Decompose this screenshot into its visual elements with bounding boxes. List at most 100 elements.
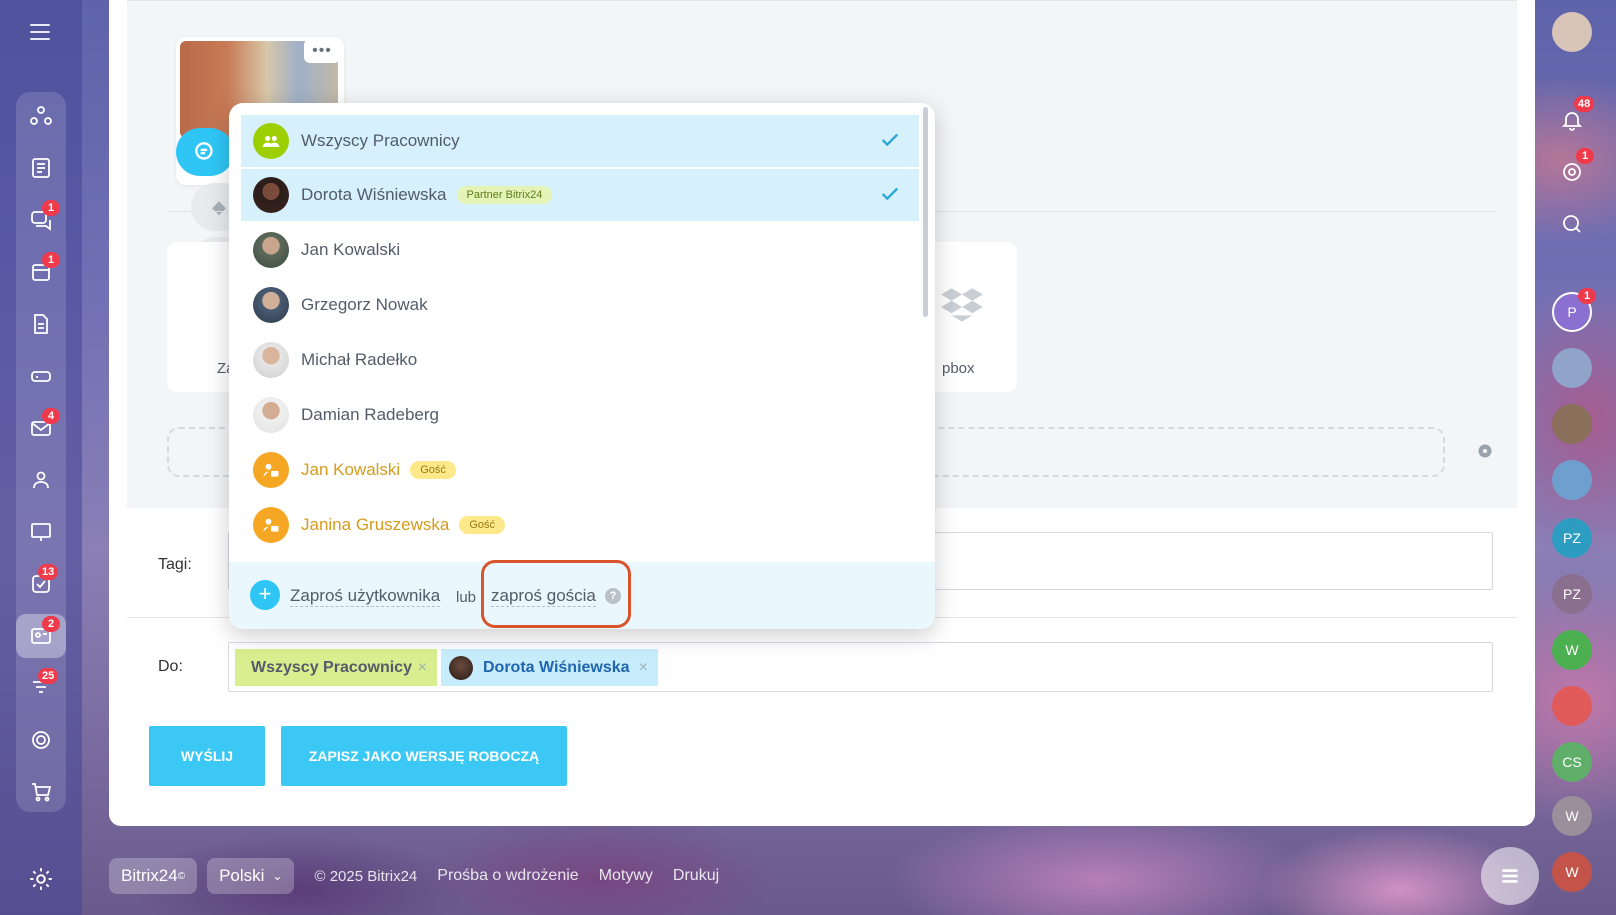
avatar-initials: P [1567, 304, 1577, 320]
selector-item-damian-radeberg[interactable]: Damian Radeberg [241, 389, 919, 441]
avatar [253, 397, 289, 433]
recipient-selector-popup: Wszyscy Pracownicy Dorota Wiśniewska Par… [229, 103, 935, 629]
nav-cart-icon[interactable] [16, 770, 66, 814]
nav-employees-icon[interactable] [16, 458, 66, 502]
nav-funnel-icon[interactable]: 25 [16, 666, 66, 710]
brand-mark: © [177, 870, 186, 882]
user-avatar[interactable] [1552, 12, 1592, 52]
selector-item-guest-janina-gruszewska[interactable]: Janina Gruszewska Gość [241, 499, 919, 551]
calendar-badge: 1 [42, 252, 60, 268]
popup-scrollbar[interactable] [923, 107, 928, 317]
avatar-initials: PZ [1563, 586, 1581, 602]
selector-item-michal-radelko[interactable]: Michał Radełko [241, 334, 919, 386]
left-sidebar: 1 1 4 13 2 25 [0, 0, 82, 915]
avatar-pz-2[interactable]: PZ [1552, 574, 1592, 614]
themes-link[interactable]: Motywy [599, 867, 653, 885]
item-name: Grzegorz Nowak [301, 295, 428, 314]
form-settings-gear-icon[interactable] [1473, 439, 1497, 463]
settings-gear-icon[interactable] [28, 866, 54, 892]
avatar [253, 177, 289, 213]
bitrix24-brand[interactable]: Bitrix24 © [109, 858, 198, 894]
recipient-token-dorota[interactable]: Dorota Wiśniewska × [441, 649, 658, 686]
selector-item-all-employees[interactable]: Wszyscy Pracownicy [241, 115, 919, 167]
save-draft-button[interactable]: ZAPISZ JAKO WERSJĘ ROBOCZĄ [281, 726, 567, 786]
avatar-pz-1[interactable]: PZ [1552, 518, 1592, 558]
recipient-name: Wszyscy Pracownicy [251, 658, 412, 676]
remove-recipient-icon[interactable]: × [418, 659, 427, 677]
nav-target-icon[interactable] [16, 718, 66, 762]
item-name: Jan Kowalski [301, 460, 401, 479]
recipient-name: Dorota Wiśniewska [483, 658, 630, 676]
nav-drive-icon[interactable] [16, 354, 66, 398]
tags-label: Tagi: [158, 556, 192, 573]
group-avatar[interactable] [1552, 348, 1592, 388]
recipient-token-all[interactable]: Wszyscy Pracownicy × [235, 649, 437, 686]
nav-chat-icon[interactable]: 1 [16, 198, 66, 242]
plus-icon[interactable]: + [250, 580, 280, 610]
group-avatar-2[interactable] [1552, 404, 1592, 444]
guest-icon [253, 452, 289, 488]
nav-tasks-icon[interactable]: 13 [16, 562, 66, 606]
nav-docs-icon[interactable] [16, 302, 66, 346]
avatar [449, 655, 473, 680]
chat-badge: 1 [42, 200, 60, 216]
chevron-down-icon: ⌄ [272, 869, 283, 883]
avatar-initials: CS [1562, 754, 1582, 770]
check-icon [879, 183, 901, 205]
dropbox-icon[interactable] [937, 282, 987, 332]
print-link[interactable]: Drukuj [673, 867, 719, 885]
activity-icon[interactable]: 1 [1552, 148, 1594, 192]
video-avatar[interactable] [1552, 686, 1592, 726]
profile-badge: 1 [1578, 288, 1596, 304]
language-selector[interactable]: Polski ⌄ [207, 858, 295, 894]
language-label: Polski [219, 866, 265, 885]
list-icon [1502, 869, 1518, 883]
nav-feed-icon[interactable] [16, 146, 66, 190]
avatar-initials: W [1565, 808, 1579, 824]
brand-text: Bitrix24 [121, 866, 178, 885]
selector-item-guest-jan-kowalski[interactable]: Jan Kowalski Gość [241, 444, 919, 496]
avatar-w-3[interactable]: W [1552, 852, 1592, 892]
avatar-w-2[interactable]: W [1552, 796, 1592, 836]
remove-recipient-icon[interactable]: × [639, 659, 648, 677]
avatar-cs[interactable]: CS [1552, 742, 1592, 782]
selector-item-jan-kowalski[interactable]: Jan Kowalski [241, 224, 919, 276]
avatar-w-1[interactable]: W [1552, 630, 1592, 670]
invite-user-link[interactable]: Zaproś użytkownika [290, 586, 441, 607]
chat-avatar[interactable] [1552, 460, 1592, 500]
menu-icon[interactable] [30, 24, 50, 40]
recipients-field[interactable]: Wszyscy Pracownicy × Dorota Wiśniewska × [228, 642, 1493, 692]
contacts-badge: 2 [42, 616, 60, 632]
avatar [253, 287, 289, 323]
selector-item-dorota[interactable]: Dorota Wiśniewska Partner Bitrix24 [241, 169, 919, 221]
activity-badge: 1 [1576, 148, 1594, 164]
nav-calendar-icon[interactable]: 1 [16, 250, 66, 294]
selector-item-grzegorz-nowak[interactable]: Grzegorz Nowak [241, 279, 919, 331]
profile-avatar-p[interactable]: P 1 [1552, 288, 1596, 332]
search-mention-icon[interactable] [176, 128, 234, 176]
guest-icon [253, 507, 289, 543]
nav-sites-icon[interactable] [16, 94, 66, 138]
guest-badge: Gość [459, 516, 506, 534]
nav-contacts-icon[interactable]: 2 [16, 614, 66, 658]
nav-board-icon[interactable] [16, 510, 66, 554]
dropbox-label[interactable]: pbox [942, 360, 975, 377]
avatar [253, 232, 289, 268]
group-icon [253, 123, 289, 159]
chat-fab-button[interactable] [1481, 847, 1539, 905]
nav-mail-icon[interactable]: 4 [16, 406, 66, 450]
notifications-badge: 48 [1574, 96, 1595, 112]
implementation-request-link[interactable]: Prośba o wdrożenie [437, 867, 578, 885]
or-text: lub [456, 589, 477, 606]
search-chat-icon[interactable] [1552, 204, 1592, 244]
item-name: Damian Radeberg [301, 405, 439, 424]
copyright: © 2025 Bitrix24 [314, 867, 418, 885]
avatar-initials: W [1565, 642, 1579, 658]
annotation-highlight [481, 560, 631, 628]
item-name: Dorota Wiśniewska [301, 185, 447, 204]
more-icon[interactable]: ••• [304, 39, 340, 63]
right-sidebar: 48 1 P 1 PZ PZ W CS W W [1534, 0, 1616, 915]
send-button[interactable]: WYŚLIJ [149, 726, 265, 786]
bell-icon[interactable]: 48 [1552, 96, 1595, 140]
partner-badge: Partner Bitrix24 [456, 186, 553, 204]
